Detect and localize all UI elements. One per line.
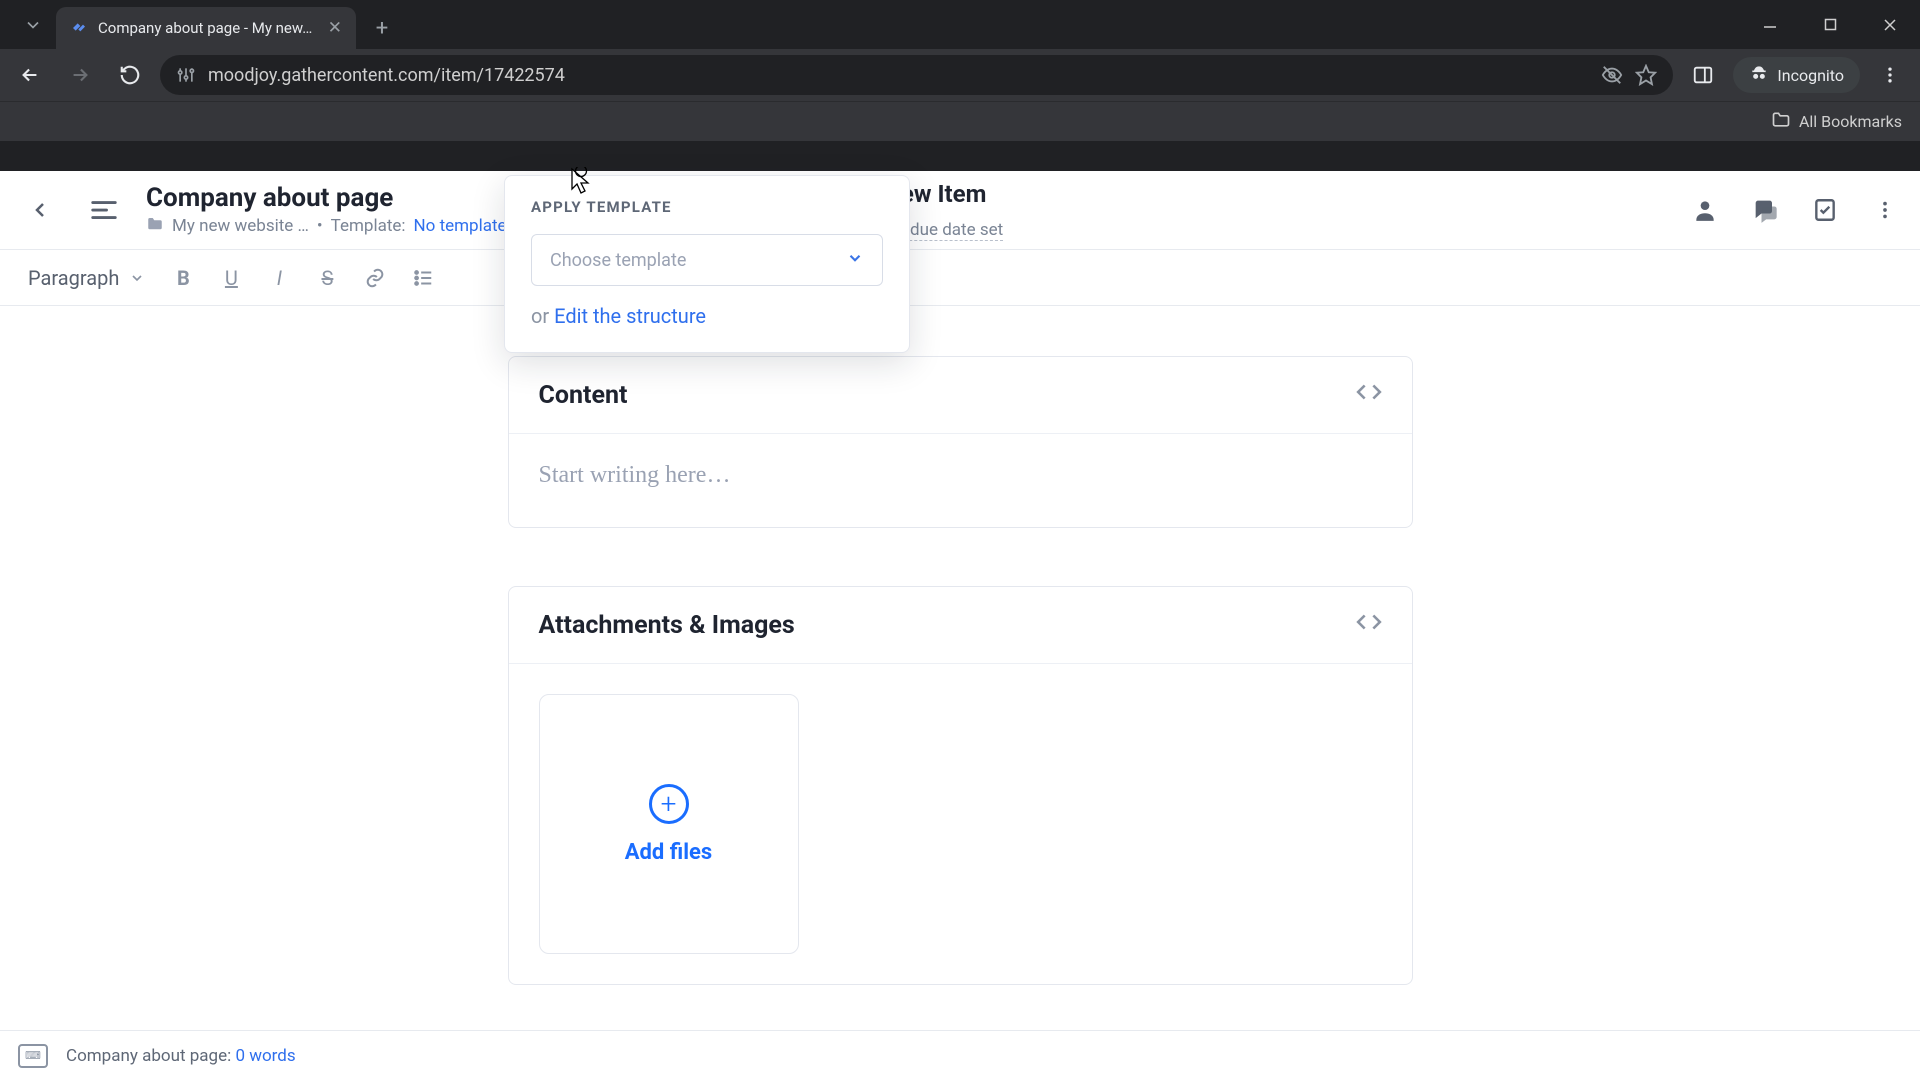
breadcrumb-project[interactable]: My new website … — [172, 216, 309, 236]
sidebar-toggle-button[interactable] — [82, 188, 126, 232]
template-label: Template: — [331, 216, 406, 236]
app-back-button[interactable] — [18, 188, 62, 232]
side-panel-icon[interactable] — [1683, 55, 1723, 95]
favicon-icon — [70, 19, 88, 37]
tab-bar: Company about page - My new… ✕ + — [0, 0, 1920, 49]
eye-off-icon[interactable] — [1601, 64, 1623, 86]
app-header: Company about page My new website … • Te… — [0, 171, 1920, 249]
canvas-scroll[interactable]: Content Start writing here… Attachments … — [0, 306, 1920, 1030]
new-tab-button[interactable]: + — [364, 10, 400, 46]
bold-button[interactable]: B — [163, 258, 203, 298]
keyboard-icon[interactable]: ⌨ — [18, 1044, 48, 1068]
paragraph-label: Paragraph — [28, 266, 119, 290]
link-button[interactable] — [355, 258, 395, 298]
content-card: Content Start writing here… — [508, 356, 1413, 528]
browser-chrome: Company about page - My new… ✕ + moodjoy… — [0, 0, 1920, 141]
content-editor[interactable]: Start writing here… — [539, 462, 1382, 489]
footer-label: Company about page: — [66, 1046, 231, 1066]
chevron-down-icon — [846, 249, 864, 271]
comments-icon[interactable] — [1748, 193, 1782, 227]
underline-button[interactable]: U — [211, 258, 251, 298]
add-files-label: Add files — [625, 840, 712, 865]
address-bar[interactable]: moodjoy.gathercontent.com/item/17422574 — [160, 55, 1673, 95]
maximize-button[interactable] — [1800, 0, 1860, 49]
reload-button[interactable] — [110, 55, 150, 95]
or-label: or — [531, 304, 549, 328]
app-footer: ⌨ Company about page: 0 words — [0, 1030, 1920, 1080]
app-viewport: Company about page My new website … • Te… — [0, 171, 1920, 1080]
attachments-card: Attachments & Images + Add files — [508, 586, 1413, 985]
incognito-icon — [1749, 63, 1769, 87]
minimize-button[interactable] — [1740, 0, 1800, 49]
content-card-title: Content — [539, 381, 628, 410]
star-icon[interactable] — [1635, 64, 1657, 86]
tab-search-button[interactable] — [10, 0, 56, 49]
user-icon[interactable] — [1688, 193, 1722, 227]
code-icon[interactable] — [1356, 379, 1382, 411]
popover-title: APPLY TEMPLATE — [531, 198, 883, 216]
choose-template-dropdown[interactable]: Choose template — [531, 234, 883, 286]
add-files-button[interactable]: + Add files — [539, 694, 799, 954]
plus-circle-icon: + — [649, 784, 689, 824]
close-icon[interactable]: ✕ — [328, 18, 342, 38]
bullet-list-button[interactable] — [403, 258, 443, 298]
format-toolbar: Paragraph B U I S — [0, 249, 1920, 306]
bookmarks-bar: All Bookmarks — [0, 101, 1920, 141]
close-window-button[interactable] — [1860, 0, 1920, 49]
back-button[interactable] — [10, 55, 50, 95]
browser-tab-active[interactable]: Company about page - My new… ✕ — [56, 7, 356, 49]
word-count[interactable]: 0 words — [235, 1046, 295, 1066]
incognito-label: Incognito — [1777, 66, 1844, 85]
tab-title: Company about page - My new… — [98, 19, 318, 37]
folder-icon — [1771, 110, 1791, 134]
italic-button[interactable]: I — [259, 258, 299, 298]
all-bookmarks-link[interactable]: All Bookmarks — [1799, 112, 1902, 131]
breadcrumb-separator: • — [317, 216, 323, 236]
folder-icon — [146, 215, 164, 238]
edit-structure-link[interactable]: Edit the structure — [554, 304, 706, 328]
checklist-icon[interactable] — [1808, 193, 1842, 227]
url-text: moodjoy.gathercontent.com/item/17422574 — [208, 65, 1589, 86]
browser-menu-button[interactable] — [1870, 55, 1910, 95]
more-menu-button[interactable] — [1868, 193, 1902, 227]
paragraph-style-dropdown[interactable]: Paragraph — [18, 260, 155, 296]
choose-template-placeholder: Choose template — [550, 250, 686, 271]
forward-button[interactable] — [60, 55, 100, 95]
site-settings-icon[interactable] — [176, 65, 196, 85]
strikethrough-button[interactable]: S — [307, 258, 347, 298]
incognito-indicator[interactable]: Incognito — [1733, 57, 1860, 93]
address-row: moodjoy.gathercontent.com/item/17422574 … — [0, 49, 1920, 101]
canvas: Content Start writing here… Attachments … — [508, 356, 1413, 985]
attachments-card-title: Attachments & Images — [539, 611, 795, 640]
page-title[interactable]: Company about page — [146, 183, 566, 213]
apply-template-popover: APPLY TEMPLATE Choose template or Edit t… — [504, 175, 910, 353]
code-icon[interactable] — [1356, 609, 1382, 641]
window-controls — [1740, 0, 1920, 49]
